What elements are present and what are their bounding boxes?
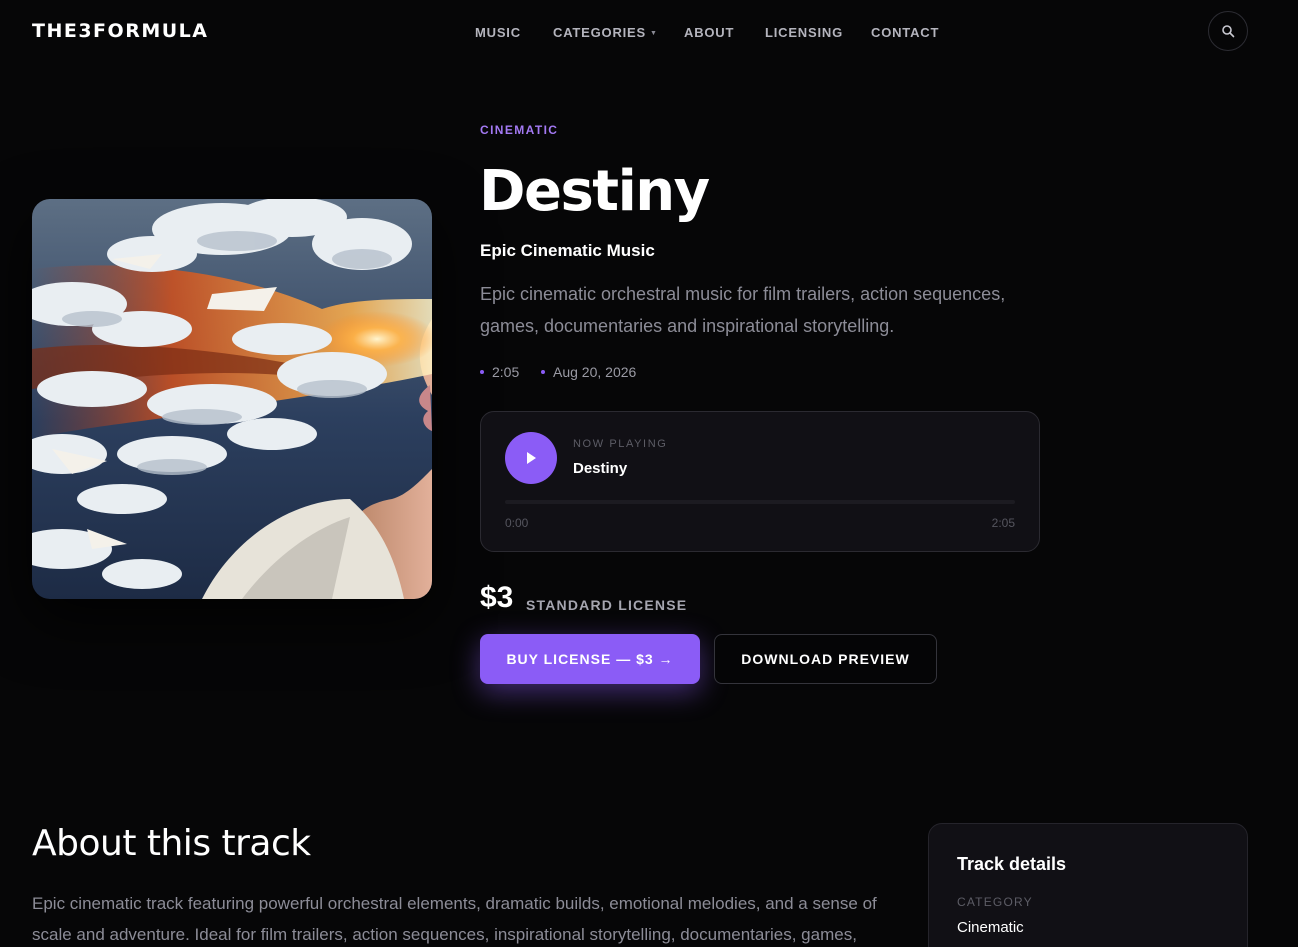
play-button[interactable] [505,432,557,484]
nav-item-contact[interactable]: CONTACT [871,25,939,40]
track-title: Destiny [479,159,710,224]
nav-links: MUSIC CATEGORIES ▼ ABOUT LICENSING CONTAC… [0,25,1298,41]
current-time: 0:00 [505,516,529,530]
track-duration: 2:05 [492,364,520,380]
bullet-dot-icon [480,370,484,374]
license-type: STANDARD LICENSE [526,597,688,613]
search-button[interactable] [1208,11,1248,51]
progress-bar[interactable] [505,500,1015,504]
download-preview-button[interactable]: DOWNLOAD PREVIEW [714,634,937,684]
nav-item-music[interactable]: MUSIC [475,25,521,40]
track-cover-art [32,199,432,599]
details-heading: Track details [957,854,1067,874]
bullet-dot-icon [541,370,545,374]
chevron-down-icon: ▼ [650,30,658,37]
audio-player: NOW PLAYING Destiny 0:00 2:05 [480,411,1040,552]
date-meta: Aug 20, 2026 [541,364,636,380]
search-icon [1222,25,1235,38]
duration-meta: 2:05 [480,364,519,380]
category-value[interactable]: Cinematic [957,919,1024,936]
total-time: 2:05 [991,516,1015,530]
nav-item-about[interactable]: ABOUT [684,25,734,40]
now-playing-title: Destiny [573,460,628,477]
cover-illustration [32,199,432,599]
genre-tag[interactable]: CINEMATIC [480,123,558,137]
nav-item-categories[interactable]: CATEGORIES ▼ [553,25,658,40]
track-details-card: Track details CATEGORY Cinematic [928,823,1248,947]
buy-license-button[interactable]: BUY LICENSE — $3 → [480,634,700,684]
track-date: Aug 20, 2026 [553,364,637,380]
price: $3 [480,581,514,614]
about-heading: About this track [32,823,311,864]
top-navigation: THE3FORMULA MUSIC CATEGORIES ▼ ABOUT LICE… [0,0,1298,64]
track-subtitle: Epic Cinematic Music [480,241,655,260]
nav-item-licensing[interactable]: LICENSING [765,25,843,40]
category-label: CATEGORY [957,895,1033,909]
track-description: Epic cinematic orchestral music for film… [480,284,1006,336]
now-playing-label: NOW PLAYING [573,438,668,450]
nav-item-categories-label: CATEGORIES [553,25,646,40]
play-icon [527,452,536,464]
about-text: Epic cinematic track featuring powerful … [32,894,877,944]
